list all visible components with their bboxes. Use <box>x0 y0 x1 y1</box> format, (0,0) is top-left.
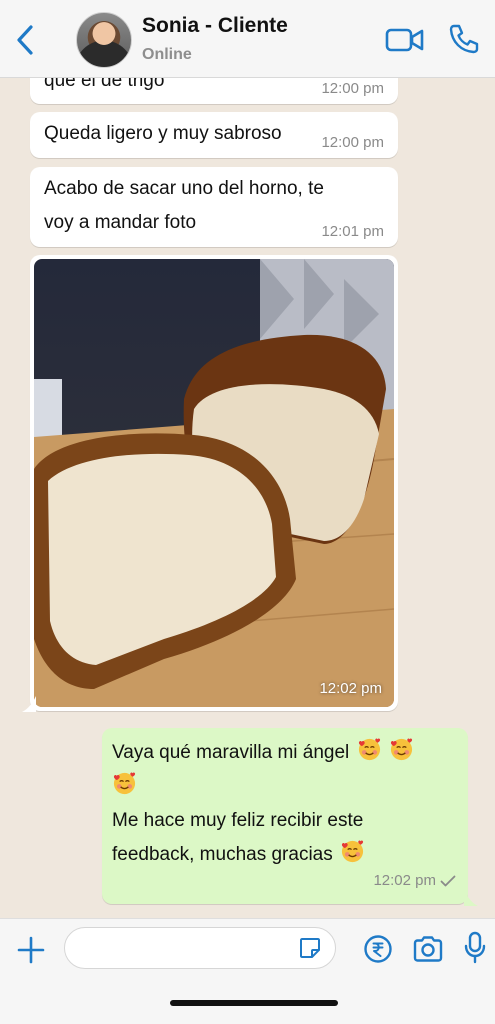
bread-photo[interactable]: 12:02 pm <box>34 259 394 707</box>
message-composer <box>0 918 495 1024</box>
bubble-tail-icon <box>22 696 36 712</box>
message-time: 12:00 pm <box>321 134 384 151</box>
contact-status: Online <box>142 46 192 63</box>
video-call-button[interactable] <box>385 24 425 56</box>
incoming-image-message[interactable]: 12:02 pm <box>30 255 398 711</box>
single-check-icon <box>440 875 456 887</box>
message-text: Acabo de sacar uno del horno, te voy a m… <box>44 178 324 233</box>
microphone-icon <box>464 931 486 964</box>
voice-call-button[interactable] <box>447 22 481 56</box>
bubble-tail-icon <box>464 890 478 906</box>
camera-icon <box>413 936 443 962</box>
phone-icon <box>449 24 479 54</box>
attach-button[interactable] <box>14 933 48 967</box>
message-text: Vaya qué maravilla mi ángel <box>112 742 350 763</box>
message-text: Me hace muy feliz recibir este <box>112 810 364 831</box>
contact-avatar[interactable] <box>76 12 132 68</box>
message-line <box>112 770 452 804</box>
back-button[interactable] <box>10 22 40 58</box>
message-line: Me hace muy feliz recibir este <box>112 804 452 838</box>
video-camera-icon <box>385 28 424 52</box>
camera-button[interactable] <box>412 934 444 964</box>
chat-header: Sonia - Cliente Online <box>0 0 495 78</box>
plus-icon <box>17 936 45 964</box>
microphone-button[interactable] <box>463 931 487 965</box>
payment-button[interactable] <box>363 934 393 964</box>
message-text: que el de trigo <box>44 78 165 91</box>
contact-name[interactable]: Sonia - Cliente <box>142 14 288 38</box>
message-time: 12:00 pm <box>321 80 384 97</box>
incoming-message[interactable]: Queda ligero y muy sabroso 12:00 pm <box>30 112 398 158</box>
smiling-face-with-hearts-icon <box>358 738 380 761</box>
incoming-message[interactable]: Acabo de sacar uno del horno, te voy a m… <box>30 167 398 247</box>
message-text: feedback, muchas gracias <box>112 844 333 865</box>
chat-area[interactable]: que el de trigo 12:00 pm Queda ligero y … <box>0 78 495 918</box>
message-line: Vaya qué maravilla mi ángel <box>112 736 452 770</box>
incoming-message[interactable]: que el de trigo 12:00 pm <box>30 78 398 104</box>
sticker-icon <box>300 938 320 958</box>
outgoing-message[interactable]: Vaya qué maravilla mi ángel Me hace muy … <box>102 728 468 904</box>
rupee-icon <box>364 935 392 963</box>
sticker-button[interactable] <box>298 936 322 960</box>
message-meta: 12:02 pm <box>373 864 456 898</box>
message-time: 12:02 pm <box>319 680 382 697</box>
smiling-face-with-hearts-icon <box>390 738 412 761</box>
chevron-left-icon <box>17 25 33 55</box>
message-text: Queda ligero y muy sabroso <box>44 123 282 144</box>
message-input[interactable] <box>64 927 336 969</box>
message-time: 12:01 pm <box>321 223 384 240</box>
smiling-face-with-hearts-icon <box>341 840 364 863</box>
smiling-face-with-hearts-icon <box>113 772 136 795</box>
home-indicator[interactable] <box>170 1000 338 1006</box>
message-time: 12:02 pm <box>373 872 436 889</box>
